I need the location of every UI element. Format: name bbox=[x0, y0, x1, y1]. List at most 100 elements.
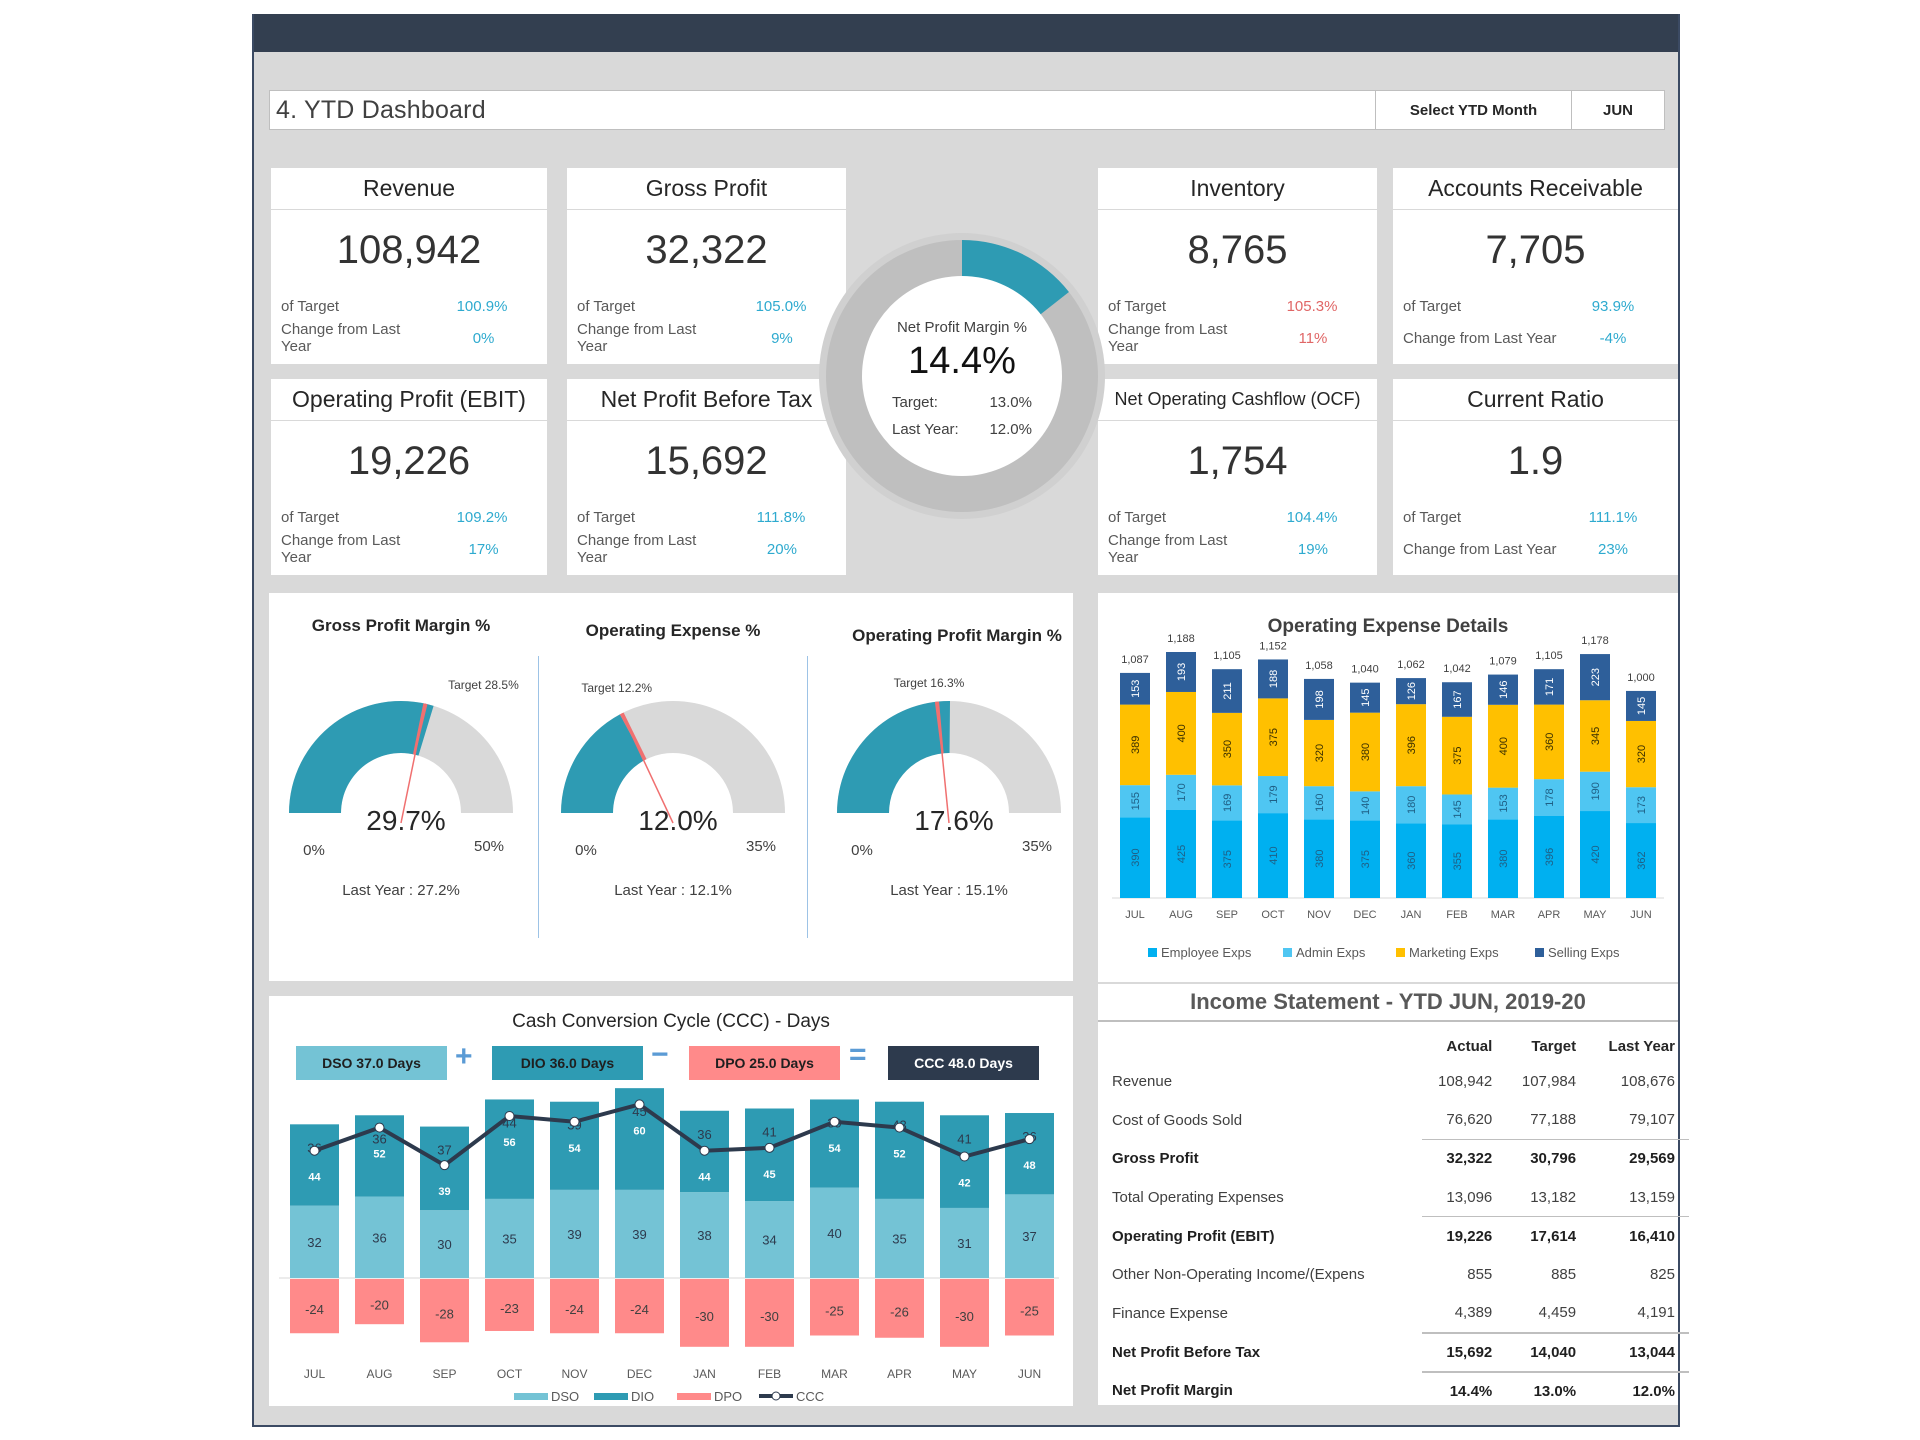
kpi-target-value: 109.2% bbox=[456, 508, 508, 526]
cell-target: 4,459 bbox=[1538, 1304, 1577, 1322]
kpi-card-accounts-receivable: Accounts Receivable 7,705 of Target 93.9%… bbox=[1393, 168, 1678, 364]
ccc-chart: 32 36 -24 44 JUL 36 36 -20 52 AUG 30 37 -28 39 SEP 35 44… bbox=[279, 1088, 1059, 1404]
kpi-target-value: 105.3% bbox=[1286, 297, 1338, 315]
data-label: 169 bbox=[1222, 794, 1234, 812]
kpi-target-label: of Target bbox=[281, 508, 340, 526]
data-label-dpo: -24 bbox=[565, 1302, 584, 1317]
data-label: 173 bbox=[1636, 796, 1648, 814]
data-label-dso: 34 bbox=[762, 1233, 776, 1248]
column-header: Last Year bbox=[1608, 1037, 1675, 1055]
x-tick-label: AUG bbox=[366, 1367, 392, 1381]
data-label: 153 bbox=[1130, 680, 1142, 698]
data-label-dso: 32 bbox=[307, 1235, 321, 1250]
gauge-min-label: 0% bbox=[303, 842, 325, 859]
legend-label: DPO bbox=[714, 1389, 742, 1404]
cell-last-year: 13,044 bbox=[1590, 1331, 1689, 1372]
data-label: 355 bbox=[1452, 852, 1464, 870]
cell-last-year: 4,191 bbox=[1637, 1304, 1675, 1322]
data-label-dpo: -30 bbox=[955, 1309, 974, 1324]
data-label-dso: 38 bbox=[697, 1228, 711, 1243]
kpi-change-label: Change from Last Year bbox=[1108, 532, 1228, 566]
x-tick-label: JAN bbox=[1401, 909, 1422, 921]
cell-actual: 32,322 bbox=[1422, 1138, 1507, 1179]
cell-last-year: 29,569 bbox=[1590, 1138, 1689, 1179]
data-label-ccc: 54 bbox=[568, 1143, 581, 1155]
x-tick-label: JUN bbox=[1630, 909, 1651, 921]
gauge-min-label: 0% bbox=[575, 842, 597, 859]
data-label: 345 bbox=[1590, 727, 1602, 745]
ccc-point bbox=[699, 1145, 710, 1156]
data-label: 160 bbox=[1314, 794, 1326, 812]
data-label-dpo: -20 bbox=[370, 1298, 389, 1313]
total-label: 1,105 bbox=[1213, 650, 1241, 662]
top-banner bbox=[254, 14, 1678, 52]
total-label: 1,040 bbox=[1351, 664, 1379, 676]
data-label: 390 bbox=[1130, 848, 1142, 866]
cell-target: 30,796 bbox=[1506, 1138, 1591, 1179]
x-tick-label: NOV bbox=[1307, 909, 1332, 921]
kpi-change-label: Change from Last Year bbox=[1403, 329, 1557, 347]
opex-chart: 390 155 389 153 1,087 JUL 425 170 400 193 1,188 AUG… bbox=[1112, 633, 1664, 960]
cell-actual: 4,389 bbox=[1454, 1304, 1493, 1322]
data-label-ccc: 39 bbox=[438, 1186, 450, 1198]
data-label: 190 bbox=[1590, 782, 1602, 800]
legend-label: Admin Exps bbox=[1296, 945, 1366, 960]
data-label-dso: 35 bbox=[502, 1231, 516, 1246]
data-label: 396 bbox=[1406, 736, 1418, 754]
data-label: 198 bbox=[1314, 690, 1326, 708]
data-label: 380 bbox=[1360, 743, 1372, 761]
data-label-dso: 30 bbox=[437, 1237, 451, 1252]
data-label: 170 bbox=[1176, 783, 1188, 801]
data-label: 396 bbox=[1544, 848, 1556, 866]
data-label-dso: 37 bbox=[1022, 1229, 1036, 1244]
bar-segment-dio bbox=[290, 1124, 339, 1206]
row-label: Operating Profit (EBIT) bbox=[1112, 1227, 1275, 1245]
npm-target-label: Target: bbox=[892, 394, 938, 411]
legend-swatch bbox=[1535, 948, 1544, 957]
legend-label: Employee Exps bbox=[1161, 945, 1252, 960]
data-label-dso: 39 bbox=[567, 1227, 581, 1242]
data-label: 400 bbox=[1498, 737, 1510, 755]
x-tick-label: MAR bbox=[1491, 909, 1516, 921]
gauge-value-arc bbox=[837, 701, 951, 813]
kpi-title: Inventory bbox=[1098, 168, 1377, 210]
kpi-title: Current Ratio bbox=[1393, 379, 1678, 421]
legend-swatch bbox=[1148, 948, 1157, 957]
data-label: 145 bbox=[1636, 697, 1648, 715]
kpi-title: Gross Profit bbox=[567, 168, 846, 210]
npm-value: 14.4% bbox=[908, 340, 1016, 382]
kpi-card-net-profit-before-tax: Net Profit Before Tax 15,692 of Target 11… bbox=[567, 379, 846, 575]
select-month-dropdown[interactable]: JUN bbox=[1571, 91, 1664, 129]
cell-last-year: 13,159 bbox=[1629, 1188, 1675, 1206]
gauge-value: 12.0% bbox=[638, 805, 717, 836]
kpi-change-value: 19% bbox=[1297, 540, 1328, 558]
data-label: 380 bbox=[1498, 849, 1510, 867]
cell-target: 77,188 bbox=[1530, 1111, 1577, 1129]
data-label: 360 bbox=[1544, 733, 1556, 751]
data-label-ccc: 60 bbox=[633, 1125, 645, 1137]
kpi-value: 19,226 bbox=[347, 438, 471, 483]
table-row: Revenue 108,942 107,984 108,676 bbox=[1112, 1062, 1689, 1101]
ccc-point bbox=[959, 1151, 970, 1162]
kpi-value: 7,705 bbox=[1485, 227, 1586, 272]
total-label: 1,188 bbox=[1167, 633, 1195, 645]
table-row: Cost of Goods Sold 76,620 77,188 79,107 bbox=[1112, 1101, 1689, 1140]
gauge-target-label: Target 16.3% bbox=[894, 676, 965, 690]
data-label: 171 bbox=[1544, 678, 1556, 696]
data-label-ccc: 44 bbox=[698, 1172, 711, 1184]
npm-label: Net Profit Margin % bbox=[896, 319, 1028, 336]
gauge-title: Operating Expense % bbox=[586, 621, 761, 640]
data-label-dpo: -30 bbox=[760, 1309, 779, 1324]
total-label: 1,087 bbox=[1121, 654, 1149, 666]
table-row: Finance Expense 4,389 4,459 4,191 bbox=[1112, 1294, 1689, 1333]
gauge-last-year: Last Year : 15.1% bbox=[890, 882, 1008, 899]
npm-target-value: 13.0% bbox=[989, 394, 1032, 411]
kpi-change-value: 17% bbox=[468, 540, 499, 558]
data-label: 145 bbox=[1360, 688, 1372, 706]
legend-swatch bbox=[1283, 948, 1292, 957]
gauges-svg: Gross Profit Margin % Target 28.5% 29.7% 0%… bbox=[289, 616, 1062, 899]
data-label-ccc: 44 bbox=[308, 1172, 321, 1184]
cell-target: 13,182 bbox=[1530, 1188, 1577, 1206]
x-tick-label: MAY bbox=[1583, 909, 1607, 921]
x-tick-label: OCT bbox=[1261, 909, 1285, 921]
